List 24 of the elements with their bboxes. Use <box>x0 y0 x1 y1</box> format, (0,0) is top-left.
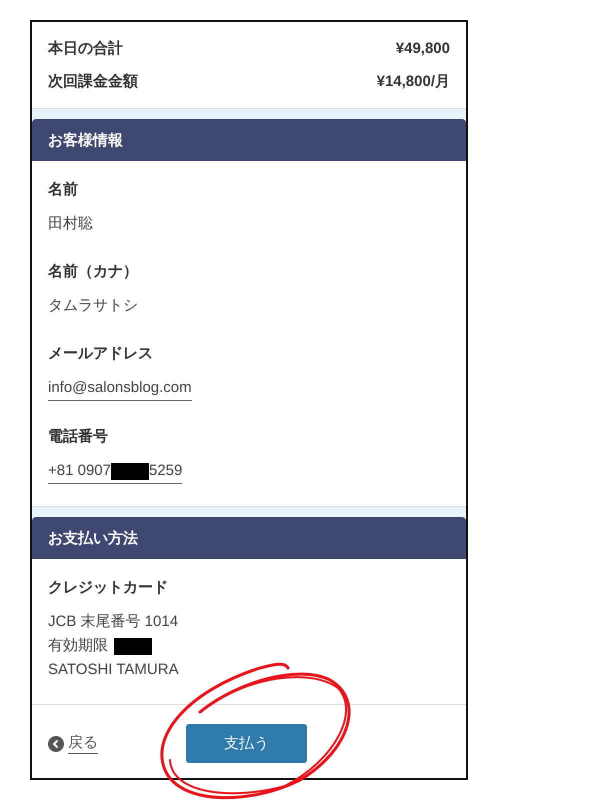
field-label: 名前（カナ） <box>48 262 139 282</box>
summary-label: 次回課金金額 <box>48 72 138 91</box>
chevron-left-icon <box>48 736 64 752</box>
field-value: 有効期限 <box>48 636 108 656</box>
section-header: お客様情報 <box>32 119 466 161</box>
summary-label: 本日の合計 <box>48 39 123 58</box>
redaction-bar <box>114 638 152 654</box>
field-link[interactable]: +81 0907 <box>48 459 111 483</box>
redaction-bar <box>110 462 149 480</box>
field-label: メールアドレス <box>48 344 154 364</box>
back-link[interactable]: 戻る <box>48 733 98 754</box>
field-label: 名前 <box>48 180 79 200</box>
section-header: お支払い方法 <box>32 517 466 559</box>
summary-amount: ¥14,800/月 <box>376 72 450 91</box>
field-value: 田村聡 <box>48 214 93 234</box>
field-value: タムラサトシ <box>48 296 138 316</box>
field-link[interactable]: info@salonsblog.com <box>48 376 192 400</box>
summary-amount: ¥49,800 <box>396 40 450 57</box>
field-link[interactable]: 5259 <box>148 459 182 483</box>
field-label: 電話番号 <box>48 427 109 447</box>
field-label: クレジットカード <box>48 578 169 598</box>
pay-button[interactable]: 支払う <box>186 724 307 763</box>
field-value: SATOSHI TAMURA <box>48 660 179 680</box>
field-value: JCB 末尾番号 1014 <box>48 612 178 632</box>
